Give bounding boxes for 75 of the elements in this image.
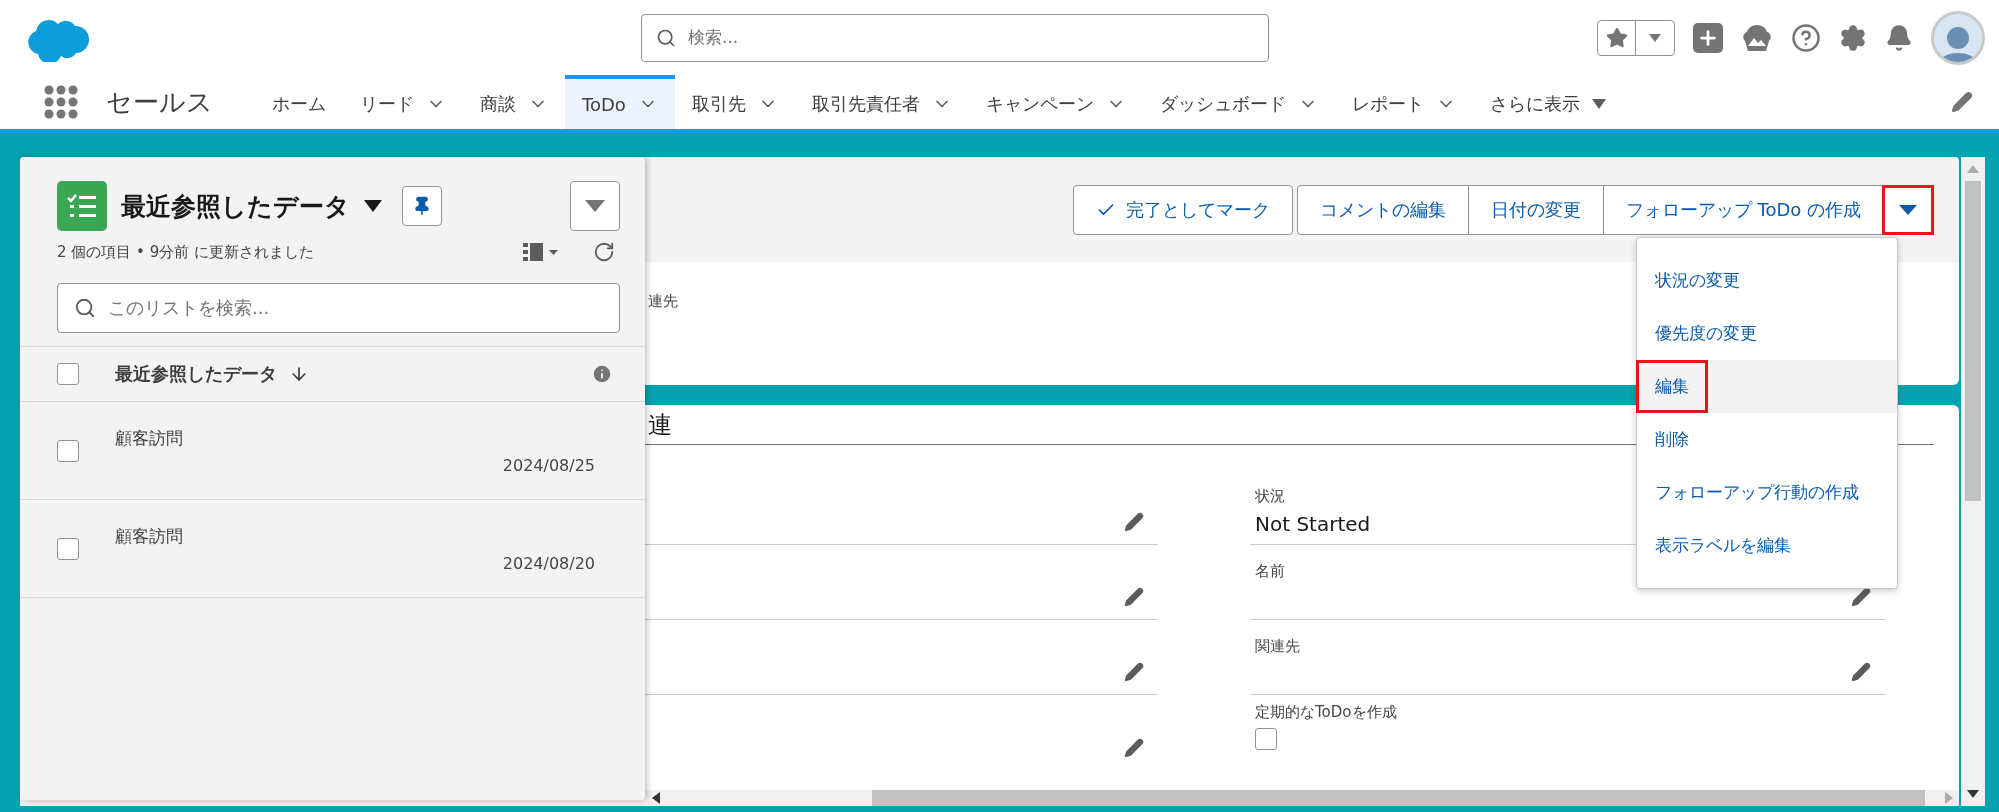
menu-item[interactable]: 優先度の変更 [1655, 310, 1773, 357]
caret-icon [1591, 99, 1606, 109]
column-header[interactable]: 最近参照したデータ [115, 362, 277, 386]
pin-button[interactable] [402, 186, 442, 226]
scroll-left-icon[interactable] [652, 792, 662, 804]
list-title[interactable]: 最近参照したデータ [121, 189, 350, 223]
row-title[interactable]: 顧客訪問 [115, 524, 595, 548]
pin-icon [412, 196, 432, 216]
dropdown-button[interactable] [570, 181, 620, 231]
field-label: 関連先 [1255, 637, 1300, 656]
checkbox[interactable] [1255, 728, 1277, 750]
nav-tab[interactable]: リード [343, 75, 463, 129]
action-button[interactable]: 完了としてマーク [1072, 184, 1293, 235]
field-label: 名前 [1255, 562, 1285, 581]
field-value: Not Started [1255, 512, 1371, 536]
caret-icon [1899, 204, 1917, 215]
checkbox[interactable] [57, 439, 79, 462]
more-actions-button[interactable] [1882, 184, 1934, 235]
search-icon [74, 297, 96, 319]
app-launcher-icon[interactable] [44, 85, 78, 119]
checkbox[interactable] [57, 363, 79, 385]
scroll-down-icon[interactable] [1967, 790, 1979, 798]
favorites-button[interactable] [1597, 19, 1675, 56]
avatar-icon[interactable] [1931, 10, 1985, 65]
field-label: 状況 [1255, 487, 1285, 506]
list-status: 2 個の項目 • 9分前 に更新されました [57, 242, 314, 262]
search-icon [656, 27, 676, 48]
checkbox[interactable] [57, 537, 79, 560]
list-search-field[interactable]: このリストを検索... [57, 283, 620, 333]
edit-icon[interactable] [1124, 738, 1144, 758]
caret-icon [585, 200, 605, 212]
action-button[interactable]: 日付の変更 [1468, 184, 1604, 235]
nav-tab[interactable]: 商談 [463, 75, 565, 129]
nav-tab[interactable]: 取引先 [674, 75, 795, 129]
help-icon[interactable] [1791, 22, 1821, 53]
nav-tab[interactable]: さらに表示 [1472, 75, 1623, 129]
caret-icon [1649, 33, 1661, 42]
action-button[interactable]: フォローアップ ToDo の作成 [1603, 184, 1884, 235]
row-date: 2024/08/25 [502, 455, 595, 475]
scrollbar-thumb[interactable] [872, 790, 1925, 806]
nav-tab[interactable]: ホーム [255, 75, 343, 129]
refresh-icon[interactable] [593, 241, 615, 263]
app-name: セールス [106, 85, 213, 119]
search-field[interactable]: 検索... [641, 13, 1269, 62]
nav-tab[interactable]: 取引先責任者 [794, 75, 969, 129]
row-date: 2024/08/20 [502, 553, 595, 573]
bell-icon[interactable] [1885, 23, 1913, 52]
column-view-icon[interactable] [523, 241, 561, 263]
scrollbar-thumb[interactable] [1965, 181, 1981, 501]
nav-tab[interactable]: キャンペーン [968, 75, 1143, 129]
action-button[interactable]: コメントの編集 [1296, 184, 1469, 235]
edit-icon[interactable] [1124, 512, 1144, 532]
field-label: 連先 [648, 292, 678, 310]
menu-item[interactable]: フォローアップ行動の作成 [1655, 469, 1875, 516]
edit-icon[interactable] [1851, 662, 1871, 682]
mountain-icon[interactable] [1741, 22, 1773, 53]
settings-icon[interactable] [1839, 23, 1867, 52]
field-label: 定期的なToDoを作成 [1255, 703, 1397, 722]
nav-tab[interactable]: レポート [1334, 75, 1473, 129]
nav-tab[interactable]: ダッシュボード [1142, 75, 1335, 129]
edit-icon[interactable] [1951, 91, 1973, 113]
edit-icon[interactable] [1124, 587, 1144, 607]
info-icon[interactable] [591, 363, 613, 385]
menu-item[interactable]: 削除 [1655, 416, 1705, 463]
menu-item[interactable]: 状況の変更 [1655, 257, 1756, 304]
edit-icon[interactable] [1124, 662, 1144, 682]
task-list-icon [57, 181, 107, 231]
edit-icon[interactable] [1851, 587, 1871, 607]
add-icon[interactable] [1693, 22, 1723, 53]
section-title: 連 [648, 409, 672, 441]
nav-tab[interactable]: ToDo [565, 75, 675, 129]
caret-icon[interactable] [364, 200, 382, 212]
menu-item[interactable]: 表示ラベルを編集 [1655, 522, 1807, 569]
star-icon [1605, 26, 1628, 49]
row-title[interactable]: 顧客訪問 [115, 426, 595, 450]
